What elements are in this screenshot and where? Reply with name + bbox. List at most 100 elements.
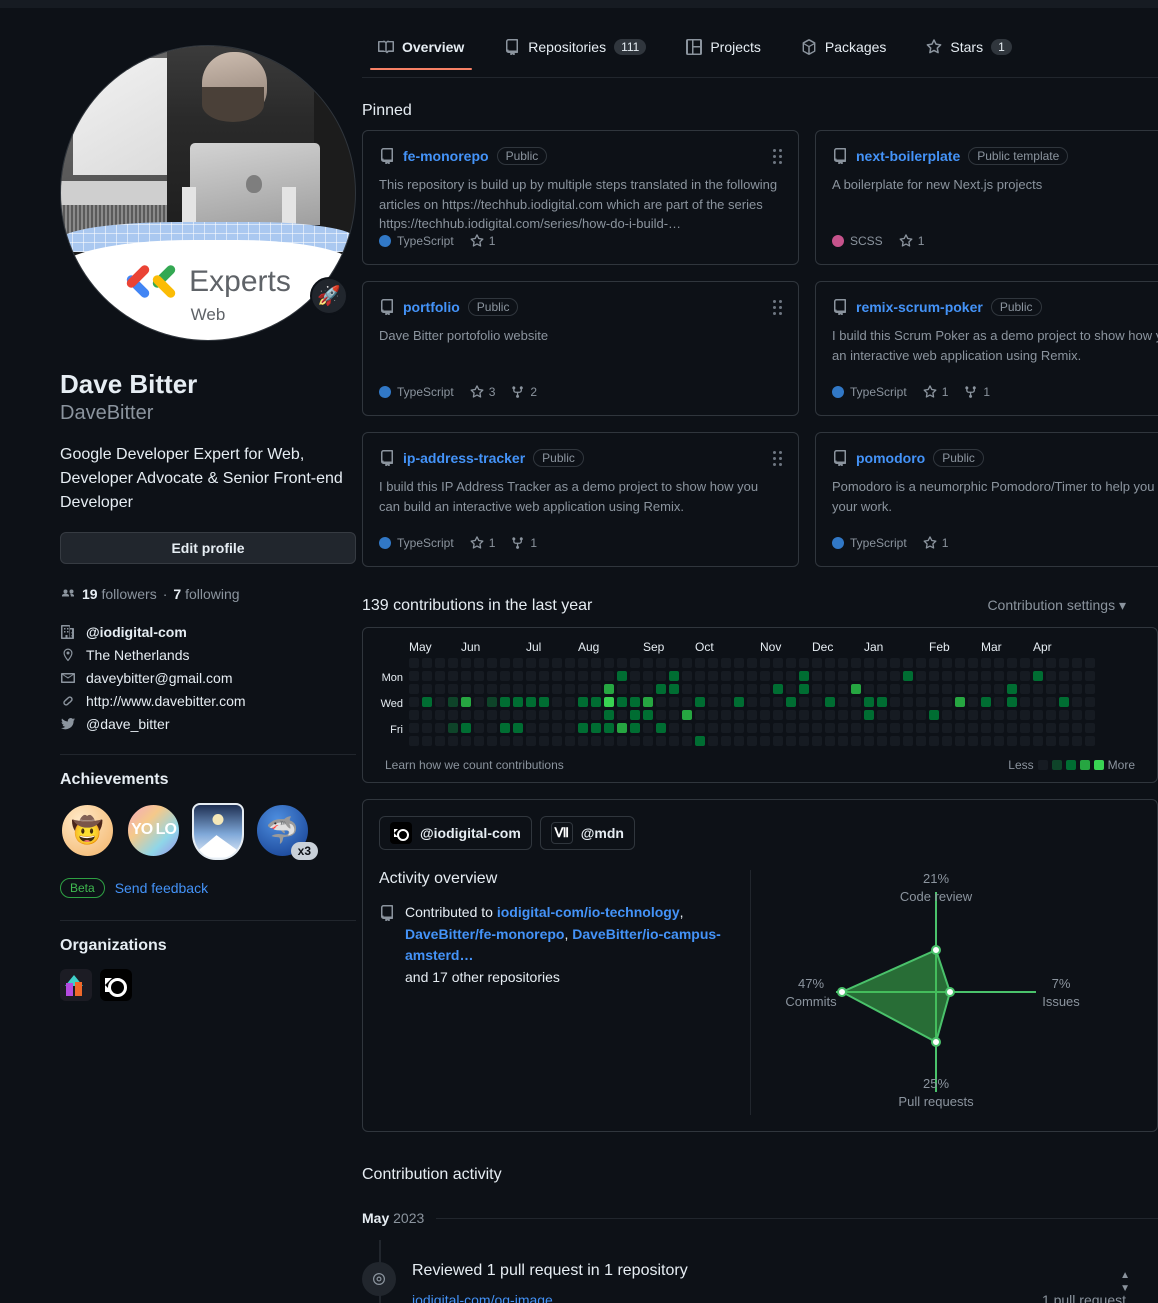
contribution-cell[interactable] xyxy=(591,684,601,694)
edit-profile-button[interactable]: Edit profile xyxy=(60,531,356,564)
star-stat[interactable]: 1 xyxy=(470,234,495,248)
contribution-cell[interactable] xyxy=(747,697,757,707)
contribution-cell[interactable] xyxy=(682,671,692,681)
contribution-cell[interactable] xyxy=(461,710,471,720)
contribution-cell[interactable] xyxy=(890,684,900,694)
contribution-cell[interactable] xyxy=(513,697,523,707)
contribution-cell[interactable] xyxy=(968,684,978,694)
contribution-cell[interactable] xyxy=(461,736,471,746)
contribution-cell[interactable] xyxy=(968,723,978,733)
contribution-cell[interactable] xyxy=(1046,710,1056,720)
contribution-cell[interactable] xyxy=(942,671,952,681)
contribution-cell[interactable] xyxy=(955,697,965,707)
contribution-cell[interactable] xyxy=(1046,697,1056,707)
org-avatar-1[interactable] xyxy=(60,968,92,1001)
contribution-cell[interactable] xyxy=(578,697,588,707)
contribution-cell[interactable] xyxy=(656,736,666,746)
contribution-cell[interactable] xyxy=(643,697,653,707)
contribution-cell[interactable] xyxy=(760,710,770,720)
contribution-cell[interactable] xyxy=(1085,723,1095,733)
contribution-cell[interactable] xyxy=(1072,671,1082,681)
contribution-cell[interactable] xyxy=(994,710,1004,720)
contribution-cell[interactable] xyxy=(643,710,653,720)
contribution-cell[interactable] xyxy=(916,671,926,681)
contribution-cell[interactable] xyxy=(643,723,653,733)
contribution-cell[interactable] xyxy=(1033,697,1043,707)
contribution-cell[interactable] xyxy=(448,710,458,720)
contribution-cell[interactable] xyxy=(422,723,432,733)
contribution-cell[interactable] xyxy=(682,697,692,707)
contribution-cell[interactable] xyxy=(409,684,419,694)
contribution-cell[interactable] xyxy=(1007,684,1017,694)
contribution-cell[interactable] xyxy=(578,671,588,681)
contribution-cell[interactable] xyxy=(903,697,913,707)
contribution-cell[interactable] xyxy=(422,710,432,720)
contribution-cell[interactable] xyxy=(734,658,744,668)
contribution-cell[interactable] xyxy=(825,723,835,733)
fork-stat[interactable]: 1 xyxy=(964,385,990,399)
contribution-cell[interactable] xyxy=(851,710,861,720)
contribution-cell[interactable] xyxy=(760,723,770,733)
contribution-cell[interactable] xyxy=(682,736,692,746)
pinned-repo-card[interactable]: remix-scrum-poker Public I build this Sc… xyxy=(815,281,1158,416)
contribution-cell[interactable] xyxy=(1085,697,1095,707)
pinned-repo-card[interactable]: pomodoro Public Pomodoro is a neumorphic… xyxy=(815,432,1158,567)
contribution-cell[interactable] xyxy=(1033,710,1043,720)
contribution-cell[interactable] xyxy=(695,723,705,733)
activity-chip-iodigital[interactable]: @iodigital-com xyxy=(379,816,532,850)
contribution-cell[interactable] xyxy=(903,710,913,720)
contribution-cell[interactable] xyxy=(916,710,926,720)
contribution-cell[interactable] xyxy=(838,658,848,668)
contribution-cell[interactable] xyxy=(1046,736,1056,746)
contribution-cell[interactable] xyxy=(929,710,939,720)
contribution-cell[interactable] xyxy=(786,684,796,694)
contribution-cell[interactable] xyxy=(448,684,458,694)
contribution-cell[interactable] xyxy=(1072,723,1082,733)
contribution-cell[interactable] xyxy=(721,671,731,681)
contribution-cell[interactable] xyxy=(942,710,952,720)
contribution-cell[interactable] xyxy=(1020,671,1030,681)
contribution-cell[interactable] xyxy=(643,658,653,668)
contribution-cell[interactable] xyxy=(877,658,887,668)
star-stat[interactable]: 1 xyxy=(899,234,924,248)
pinned-repo-name[interactable]: ip-address-tracker xyxy=(403,450,525,466)
contribution-cell[interactable] xyxy=(513,736,523,746)
contribution-cell[interactable] xyxy=(929,684,939,694)
contribution-cell[interactable] xyxy=(903,658,913,668)
contribution-cell[interactable] xyxy=(539,684,549,694)
contribution-cell[interactable] xyxy=(695,671,705,681)
contribution-cell[interactable] xyxy=(760,658,770,668)
contribution-cell[interactable] xyxy=(435,723,445,733)
contribution-cell[interactable] xyxy=(825,736,835,746)
contribution-cell[interactable] xyxy=(591,671,601,681)
contribution-cell[interactable] xyxy=(682,723,692,733)
contribution-cell[interactable] xyxy=(578,658,588,668)
contribution-cell[interactable] xyxy=(864,658,874,668)
contribution-cell[interactable] xyxy=(1046,723,1056,733)
contribution-cell[interactable] xyxy=(669,658,679,668)
contribution-cell[interactable] xyxy=(617,671,627,681)
contribution-cell[interactable] xyxy=(435,658,445,668)
contribution-cell[interactable] xyxy=(617,723,627,733)
contribution-cell[interactable] xyxy=(552,697,562,707)
contribution-cell[interactable] xyxy=(487,658,497,668)
contribution-cell[interactable] xyxy=(877,723,887,733)
contribution-cell[interactable] xyxy=(591,723,601,733)
contribution-cell[interactable] xyxy=(773,697,783,707)
contribution-cell[interactable] xyxy=(682,684,692,694)
contribution-cell[interactable] xyxy=(422,736,432,746)
contribution-cell[interactable] xyxy=(890,697,900,707)
contribution-cell[interactable] xyxy=(513,658,523,668)
contribution-cell[interactable] xyxy=(656,723,666,733)
contribution-cell[interactable] xyxy=(799,658,809,668)
contribution-cell[interactable] xyxy=(1059,658,1069,668)
contribution-cell[interactable] xyxy=(578,710,588,720)
contribution-cell[interactable] xyxy=(500,671,510,681)
contribution-cell[interactable] xyxy=(955,710,965,720)
contribution-cell[interactable] xyxy=(721,684,731,694)
contribution-cell[interactable] xyxy=(526,671,536,681)
contribution-cell[interactable] xyxy=(565,723,575,733)
contribution-cell[interactable] xyxy=(786,697,796,707)
contribution-cell[interactable] xyxy=(851,736,861,746)
contribution-cell[interactable] xyxy=(669,697,679,707)
